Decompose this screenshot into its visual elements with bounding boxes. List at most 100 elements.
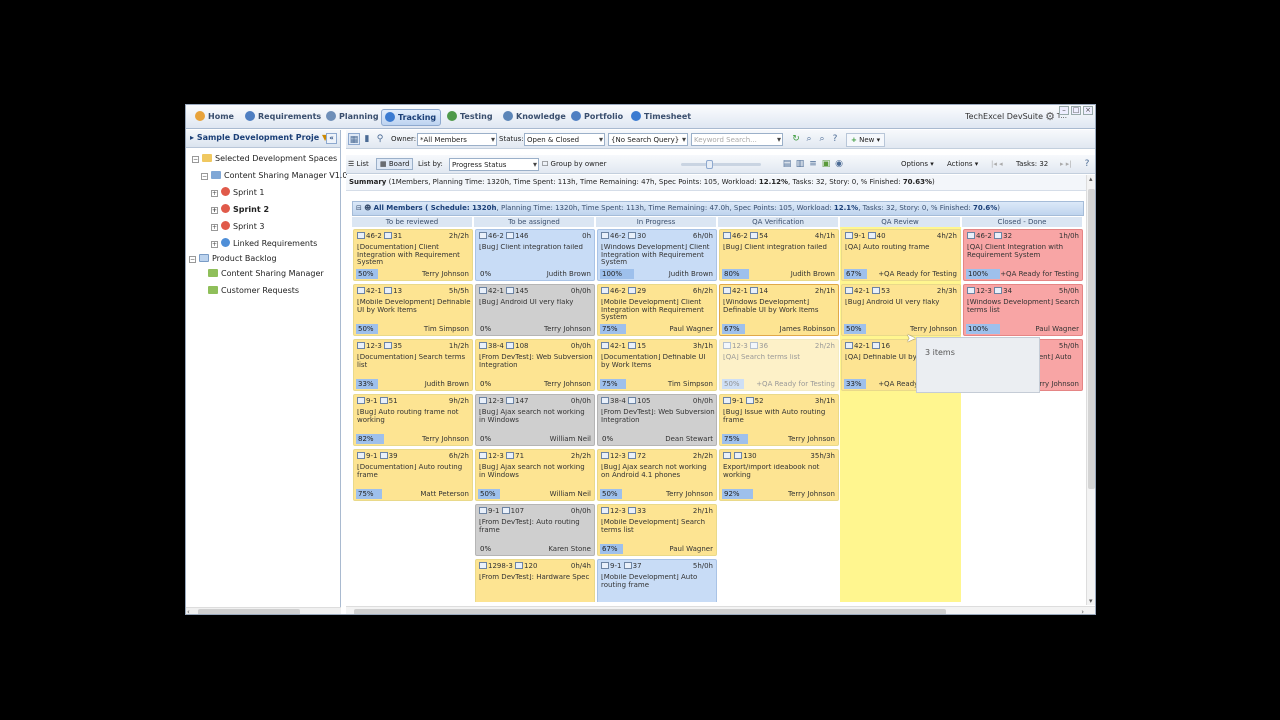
- group-by-owner-checkbox[interactable]: ☐ Group by owner: [542, 160, 607, 168]
- tree-selected-spaces[interactable]: − Selected Development Spaces: [192, 154, 337, 163]
- collapse-icon[interactable]: −: [192, 156, 199, 163]
- task-card[interactable]: 42-1 14 2h/1h [Windows Development] Defina…: [719, 284, 839, 336]
- nav-requirements[interactable]: Requirements: [242, 109, 325, 126]
- card-title[interactable]: [Windows Development] Definable UI by Wo…: [723, 299, 837, 321]
- tree-customer-requests[interactable]: Customer Requests: [208, 286, 299, 295]
- chart-icon[interactable]: ▮: [361, 133, 373, 145]
- task-card[interactable]: 42-1 53 2h/3h [Bug] Android UI very flaky 5…: [841, 284, 961, 336]
- card-title[interactable]: [Documentation] Auto routing frame: [357, 464, 471, 486]
- task-card[interactable]: 12-3 72 2h/2h [Bug] Ajax search not workin…: [597, 449, 717, 501]
- project-selector[interactable]: ▸ Sample Development Proje ▼ «: [186, 130, 340, 148]
- left-horizontal-scrollbar[interactable]: ‹: [186, 607, 341, 614]
- nav-portfolio[interactable]: Portfolio: [568, 109, 627, 126]
- settings-icon[interactable]: ◉: [833, 158, 845, 170]
- card-title[interactable]: [Windows Development] Search terms list: [967, 299, 1081, 321]
- tree-product-backlog[interactable]: − Product Backlog: [189, 254, 277, 263]
- card-title[interactable]: [Bug] Client integration failed: [723, 244, 837, 266]
- help-icon[interactable]: ?: [829, 133, 841, 145]
- query-select[interactable]: {No Search Query}: [608, 133, 688, 146]
- card-title[interactable]: [From DevTest]: Auto routing frame: [479, 519, 593, 541]
- pin-icon[interactable]: ⚲: [374, 133, 386, 145]
- card-title[interactable]: [QA] Client Integration with Requirement…: [967, 244, 1081, 266]
- board-view-button[interactable]: ▦ Board: [376, 158, 414, 170]
- card-title[interactable]: [From DevTest]: Web Subversion Integrati…: [601, 409, 715, 431]
- card-title[interactable]: [Bug] Issue with Auto routing frame: [723, 409, 837, 431]
- card-title[interactable]: [Bug] Android UI very flaky: [479, 299, 593, 321]
- card-title[interactable]: [Bug] Android UI very flaky: [845, 299, 959, 321]
- tree-sprint-1[interactable]: + Sprint 1: [211, 187, 265, 197]
- task-card[interactable]: 9-1 40 4h/2h [QA] Auto routing frame 67% +QA…: [841, 229, 961, 281]
- card-title[interactable]: Export/import ideabook not working: [723, 464, 837, 486]
- task-card[interactable]: 9-1 39 6h/2h [Documentation] Auto routing …: [353, 449, 473, 501]
- pager-next-icon[interactable]: ▸ ▸|: [1060, 160, 1072, 168]
- nav-tracking[interactable]: Tracking: [381, 109, 442, 126]
- collapse-icon[interactable]: ⊟: [356, 204, 362, 212]
- collapse-icon[interactable]: −: [189, 256, 196, 263]
- actions-menu[interactable]: Actions ▾: [947, 160, 978, 168]
- task-card[interactable]: 12-3 35 1h/2h [Documentation] Search terms…: [353, 339, 473, 391]
- task-card[interactable]: 1298-3 120 0h/4h [From DevTest]: Hardware …: [475, 559, 595, 602]
- board-view-icon[interactable]: ▦: [348, 133, 360, 145]
- status-select[interactable]: Open & Closed: [524, 133, 605, 146]
- keyword-search-input[interactable]: Keyword Search...: [691, 133, 783, 146]
- card-title[interactable]: [Windows Development] Client Integration…: [601, 244, 715, 266]
- task-card[interactable]: 38-4 105 0h/0h [From DevTest]: Web Subvers…: [597, 394, 717, 446]
- task-card[interactable]: 130 35h/3h Export/import ideabook not work…: [719, 449, 839, 501]
- card-title[interactable]: [Documentation] Search terms list: [357, 354, 471, 376]
- collapse-icon[interactable]: −: [201, 173, 208, 180]
- tree-linked-requirements[interactable]: + Linked Requirements: [211, 238, 317, 248]
- gear-icon[interactable]: ⚙: [1045, 110, 1055, 123]
- tree-csm-version[interactable]: − Content Sharing Manager V1.0: [201, 171, 347, 180]
- card-title[interactable]: [Documentation] Definable UI by Work Ite…: [601, 354, 715, 376]
- expand-icon[interactable]: +: [211, 207, 218, 214]
- nav-home[interactable]: Home: [192, 109, 238, 126]
- list-view-button[interactable]: ☰ List: [348, 160, 369, 168]
- owner-select[interactable]: *All Members: [417, 133, 497, 146]
- zoom-slider[interactable]: [681, 160, 761, 169]
- task-card[interactable]: 9-1 52 3h/1h [Bug] Issue with Auto routing…: [719, 394, 839, 446]
- group-header[interactable]: ⊟ ☻ All Members ( Schedule: 1320h, Plann…: [352, 201, 1084, 216]
- list-by-select[interactable]: Progress Status: [449, 158, 539, 171]
- tree-sprint-2[interactable]: + Sprint 2: [211, 204, 269, 214]
- task-card[interactable]: 42-1 13 5h/5h [Mobile Development] Definab…: [353, 284, 473, 336]
- task-card[interactable]: 38-4 108 0h/0h [From DevTest]: Web Subvers…: [475, 339, 595, 391]
- tree-csm[interactable]: Content Sharing Manager: [208, 269, 324, 278]
- card-title[interactable]: [Mobile Development] Auto routing frame: [601, 574, 715, 596]
- new-button[interactable]: + New ▾: [846, 133, 886, 147]
- collapse-panel-button[interactable]: «: [326, 133, 337, 144]
- export-icon[interactable]: ▣: [820, 158, 832, 170]
- task-card[interactable]: 12-3 147 0h/0h [Bug] Ajax search not worki…: [475, 394, 595, 446]
- task-card[interactable]: 46-2 54 4h/1h [Bug] Client integration fai…: [719, 229, 839, 281]
- card-title[interactable]: [From DevTest]: Hardware Spec: [479, 574, 593, 596]
- card-title[interactable]: [QA] Search terms list: [723, 354, 837, 376]
- zoom-slider-handle[interactable]: [706, 160, 713, 169]
- nav-knowledge[interactable]: Knowledge: [500, 109, 570, 126]
- card-title[interactable]: [Mobile Development] Client Integration …: [601, 299, 715, 321]
- view-option-icon[interactable]: ▤: [781, 158, 793, 170]
- task-card[interactable]: 46-2 146 0h [Bug] Client integration faile…: [475, 229, 595, 281]
- expand-icon[interactable]: +: [211, 190, 218, 197]
- task-card[interactable]: 12-3 71 2h/2h [Bug] Ajax search not workin…: [475, 449, 595, 501]
- restore-icon[interactable]: □: [1071, 106, 1081, 115]
- tree-sprint-3[interactable]: + Sprint 3: [211, 221, 265, 231]
- card-title[interactable]: [Bug] Ajax search not working in Windows: [479, 409, 593, 431]
- task-card[interactable]: 42-1 15 3h/1h [Documentation] Definable UI…: [597, 339, 717, 391]
- filter-icon[interactable]: ▥: [794, 158, 806, 170]
- task-card[interactable]: 46-2 32 1h/0h [QA] Client Integration with…: [963, 229, 1083, 281]
- refresh-icon[interactable]: ↻: [790, 133, 802, 145]
- minimize-icon[interactable]: –: [1059, 106, 1069, 115]
- card-title[interactable]: [Bug] Client integration failed: [479, 244, 593, 266]
- task-card[interactable]: 12-3 34 5h/0h [Windows Development] Search…: [963, 284, 1083, 336]
- nav-testing[interactable]: Testing: [444, 109, 497, 126]
- vertical-scrollbar[interactable]: ▴ ▾: [1086, 175, 1095, 605]
- card-title[interactable]: [From DevTest]: Web Subversion Integrati…: [479, 354, 593, 376]
- task-card[interactable]: 9-1 107 0h/0h [From DevTest]: Auto routing…: [475, 504, 595, 556]
- task-card[interactable]: 46-2 29 6h/2h [Mobile Development] Client …: [597, 284, 717, 336]
- card-title[interactable]: [Bug] Auto routing frame not working: [357, 409, 471, 431]
- task-card[interactable]: 12-3 36 2h/2h [QA] Search terms list 50% +QA…: [719, 339, 839, 391]
- task-card[interactable]: 42-1 145 0h/0h [Bug] Android UI very flaky…: [475, 284, 595, 336]
- nav-timesheet[interactable]: Timesheet: [628, 109, 695, 126]
- task-card[interactable]: 46-2 31 2h/2h [Documentation] Client Integ…: [353, 229, 473, 281]
- options-menu[interactable]: Options ▾: [901, 160, 934, 168]
- nav-planning[interactable]: Planning: [323, 109, 383, 126]
